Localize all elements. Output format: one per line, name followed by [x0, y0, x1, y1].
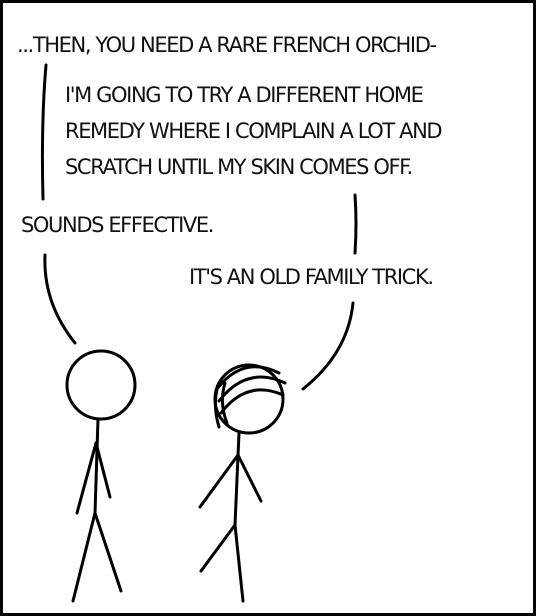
right-stick-figure	[198, 363, 287, 603]
speech-tail-left	[43, 253, 77, 345]
response-text: SOUNDS EFFECTIVE.	[21, 213, 214, 237]
final-speech-text: IT'S AN OLD FAMILY TRICK.	[189, 265, 434, 289]
comic-panel: ...THEN, YOU NEED A RARE FRENCH ORCHID- …	[0, 0, 536, 616]
right-figure-left-leg	[199, 523, 237, 573]
right-figure-body	[233, 431, 241, 527]
reply-text-line-1: I'M GOING TO TRY A DIFFERENT HOME	[65, 83, 424, 107]
right-figure-right-leg	[233, 523, 245, 603]
left-figure-head	[65, 349, 137, 421]
reply-text-line-2: REMEDY WHERE I COMPLAIN A LOT AND	[65, 119, 443, 143]
speech-tail-right	[301, 301, 355, 391]
left-figure-body	[93, 417, 100, 515]
right-figure-left-arm	[198, 453, 240, 509]
left-figure-right-arm	[94, 441, 112, 499]
right-figure-head	[213, 363, 285, 435]
left-figure-left-leg	[71, 511, 97, 603]
top-speech-text: ...THEN, YOU NEED A RARE FRENCH ORCHID-	[17, 33, 437, 57]
right-figure-right-arm	[236, 453, 263, 503]
speech-tail-top-left	[40, 63, 48, 201]
speech-tail-reply	[353, 193, 358, 255]
reply-text-line-3: SCRATCH UNTIL MY SKIN COMES OFF.	[65, 155, 413, 179]
left-figure-left-arm	[75, 441, 98, 515]
left-stick-figure	[65, 349, 137, 603]
left-figure-right-leg	[93, 511, 123, 593]
